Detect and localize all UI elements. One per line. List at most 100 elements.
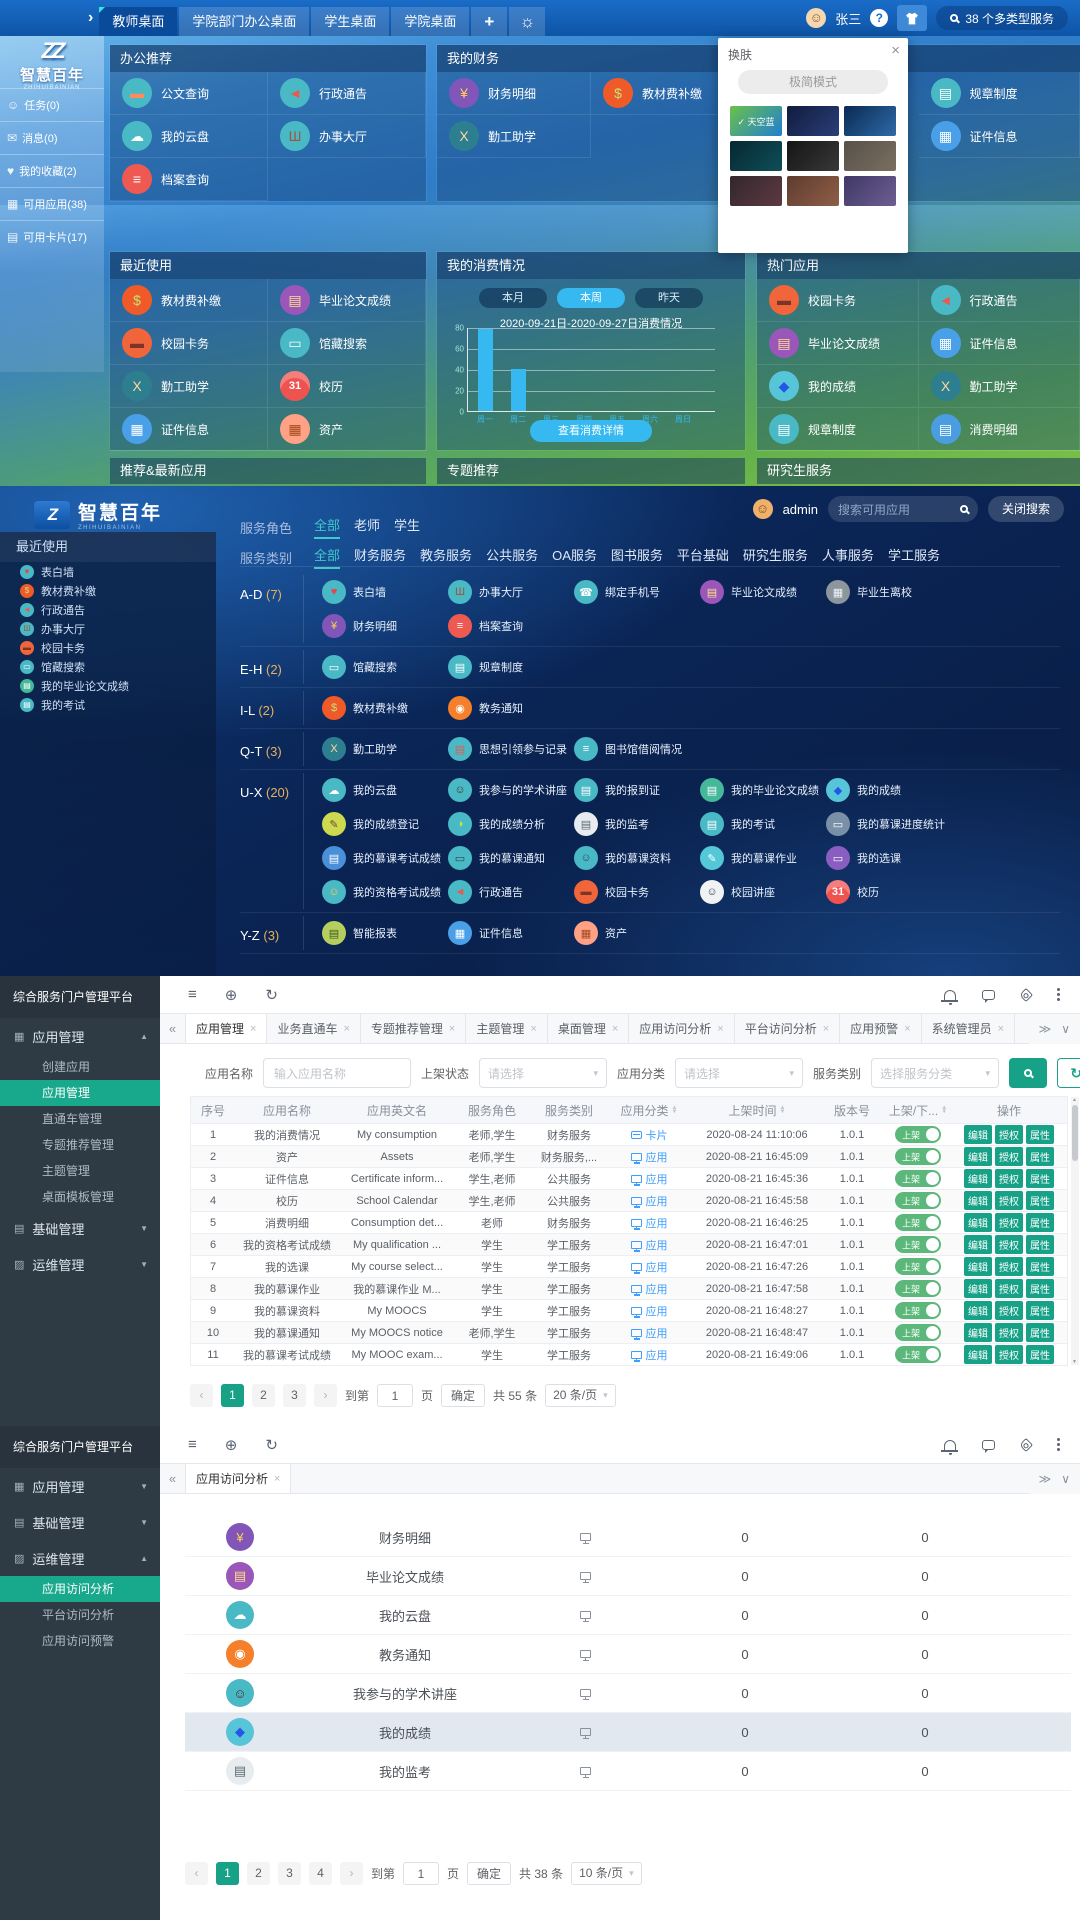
action-button[interactable]: 属性 [1026,1147,1054,1166]
status-toggle[interactable]: 上架 [895,1324,941,1341]
action-button[interactable]: 授权 [995,1235,1023,1254]
filter-select[interactable]: 请选择▾ [479,1058,607,1088]
tab-close-icon[interactable]: × [250,1023,256,1035]
action-button[interactable]: 编辑 [964,1235,992,1254]
app-shortcut[interactable]: ▬校园卡务 [110,322,268,365]
app-type-link[interactable]: 应用 [631,1149,668,1165]
status-toggle[interactable]: 上架 [895,1214,941,1231]
sidebar-submenu-item[interactable]: 专题推荐管理 [0,1132,160,1158]
sidebar-menu-item[interactable]: ▤基础管理▼ [0,1504,160,1540]
app-type-link[interactable]: 应用 [631,1325,668,1341]
role-filter-option[interactable]: 老师 [354,515,380,539]
global-search[interactable]: 38 个多类型服务 [936,6,1068,30]
app-shortcut[interactable]: X勤工助学 [437,115,591,158]
sort-icon[interactable]: ▲▼ [941,1106,947,1114]
scrollbar-thumb[interactable] [1072,1105,1078,1161]
tab-close-icon[interactable]: × [612,1023,618,1035]
view-consumption-detail-button[interactable]: 查看消费详情 [530,420,652,442]
app-shortcut[interactable]: ▤规章制度 [757,408,919,451]
pager-prev[interactable]: ‹ [185,1862,208,1885]
app-shortcut[interactable]: ▤规章制度 [919,72,1080,115]
tabs-dropdown-icon[interactable]: ∨ [1061,1472,1070,1486]
pager-page[interactable]: 3 [283,1384,306,1407]
workspace-tab[interactable]: 主题管理× [466,1014,547,1043]
workspace-tab[interactable]: 系统管理员× [922,1014,1015,1043]
workspace-tab[interactable]: 应用管理× [186,1014,267,1043]
simple-mode-button[interactable]: 极简模式 [738,70,888,94]
pager-page[interactable]: 4 [309,1862,332,1885]
workspace-tab[interactable]: 平台访问分析× [735,1014,840,1043]
app-shortcut[interactable]: X勤工助学 [919,365,1080,408]
app-type-link[interactable]: 应用 [631,1281,668,1297]
action-button[interactable]: 授权 [995,1125,1023,1144]
pager-page[interactable]: 1 [221,1384,244,1407]
action-button[interactable]: 授权 [995,1279,1023,1298]
desktop-tab[interactable]: 学生桌面 [311,7,389,36]
analytics-row[interactable]: ☁我的云盘00 [185,1596,1071,1635]
pager-page[interactable]: 2 [252,1384,275,1407]
app-shortcut[interactable]: ◉教务通知 [448,691,574,725]
workspace-tab[interactable]: 应用访问分析× [629,1014,734,1043]
action-button[interactable]: 编辑 [964,1213,992,1232]
globe-icon[interactable]: ⊕ [225,986,238,1004]
bell-icon[interactable] [944,990,956,1000]
close-search-button[interactable]: 关闭搜索 [988,496,1064,522]
recent-app-item[interactable]: ◄行政通告 [0,600,216,619]
action-button[interactable]: 授权 [995,1323,1023,1342]
tab-close-icon[interactable]: × [717,1023,723,1035]
skin-theme-thumbnail[interactable] [844,176,896,206]
app-shortcut[interactable]: ▭我的慕课通知 [448,841,574,875]
tabs-dropdown-icon[interactable]: ∨ [1061,1022,1070,1036]
app-shortcut[interactable]: ▤我的毕业论文成绩 [700,773,826,807]
action-button[interactable]: 授权 [995,1213,1023,1232]
app-shortcut[interactable]: Ш办事大厅 [268,115,426,158]
refresh-icon[interactable]: ↻ [265,1436,278,1454]
consumption-range-tab[interactable]: 本月 [479,288,547,308]
tab-close-icon[interactable]: × [449,1023,455,1035]
skin-button[interactable] [897,5,927,31]
app-shortcut[interactable]: ☺校园讲座 [700,875,826,909]
app-shortcut[interactable]: ▤智能报表 [322,916,448,950]
sidebar-submenu-item[interactable]: 主题管理 [0,1158,160,1184]
status-toggle[interactable]: 上架 [895,1148,941,1165]
desktop-tab[interactable]: 学院部门办公桌面 [179,7,309,36]
skin-theme-thumbnail[interactable] [730,141,782,171]
tab-close-icon[interactable]: × [343,1023,349,1035]
app-shortcut[interactable]: ▬公文查询 [110,72,268,115]
app-shortcut[interactable]: ▦证件信息 [110,408,268,451]
app-type-link[interactable]: 应用 [631,1237,668,1253]
sidebar-submenu-item[interactable]: 桌面模板管理 [0,1184,160,1210]
sidebar-menu-item[interactable]: ▨运维管理▲ [0,1540,160,1576]
app-shortcut[interactable]: ≡档案查询 [448,609,574,643]
analytics-row[interactable]: ▤我的监考00 [185,1752,1071,1791]
action-button[interactable]: 属性 [1026,1345,1054,1364]
filter-select[interactable]: 选择服务分类▾ [871,1058,999,1088]
action-button[interactable]: 授权 [995,1301,1023,1320]
tag-icon[interactable] [1019,987,1033,1001]
app-type-link[interactable]: 应用 [631,1347,668,1363]
menu-collapse-icon[interactable]: ≡ [188,1436,197,1453]
action-button[interactable]: 属性 [1026,1213,1054,1232]
portal-sidebar-item[interactable]: ✉消息(0) [0,121,104,154]
recent-app-item[interactable]: ▤我的毕业论文成绩 [0,676,216,695]
globe-icon[interactable]: ⊕ [225,1436,238,1454]
pager-jump-input[interactable]: 1 [377,1384,413,1407]
tag-icon[interactable] [1019,1437,1033,1451]
consumption-range-tab[interactable]: 本周 [557,288,625,308]
skin-theme-thumbnail[interactable] [787,106,839,136]
app-shortcut[interactable]: ▭馆藏搜索 [268,322,426,365]
app-shortcut[interactable]: ▤毕业论文成绩 [268,279,426,322]
app-type-link[interactable]: 应用 [631,1303,668,1319]
app-shortcut[interactable]: ¥财务明细 [322,609,448,643]
per-page-select[interactable]: 20 条/页▾ [545,1384,616,1407]
refresh-icon[interactable]: ↻ [265,986,278,1004]
sidebar-menu-item[interactable]: ▤基础管理▼ [0,1210,160,1246]
tabs-scroll-right-icon[interactable]: ≫ [1039,1472,1052,1486]
app-shortcut[interactable]: 31校历 [268,365,426,408]
sidebar-submenu-item[interactable]: 应用管理 [0,1080,160,1106]
workspace-tab[interactable]: 桌面管理× [548,1014,629,1043]
action-button[interactable]: 编辑 [964,1323,992,1342]
status-toggle[interactable]: 上架 [895,1258,941,1275]
pager-confirm-button[interactable]: 确定 [467,1862,511,1885]
app-shortcut[interactable]: ▤毕业论文成绩 [757,322,919,365]
